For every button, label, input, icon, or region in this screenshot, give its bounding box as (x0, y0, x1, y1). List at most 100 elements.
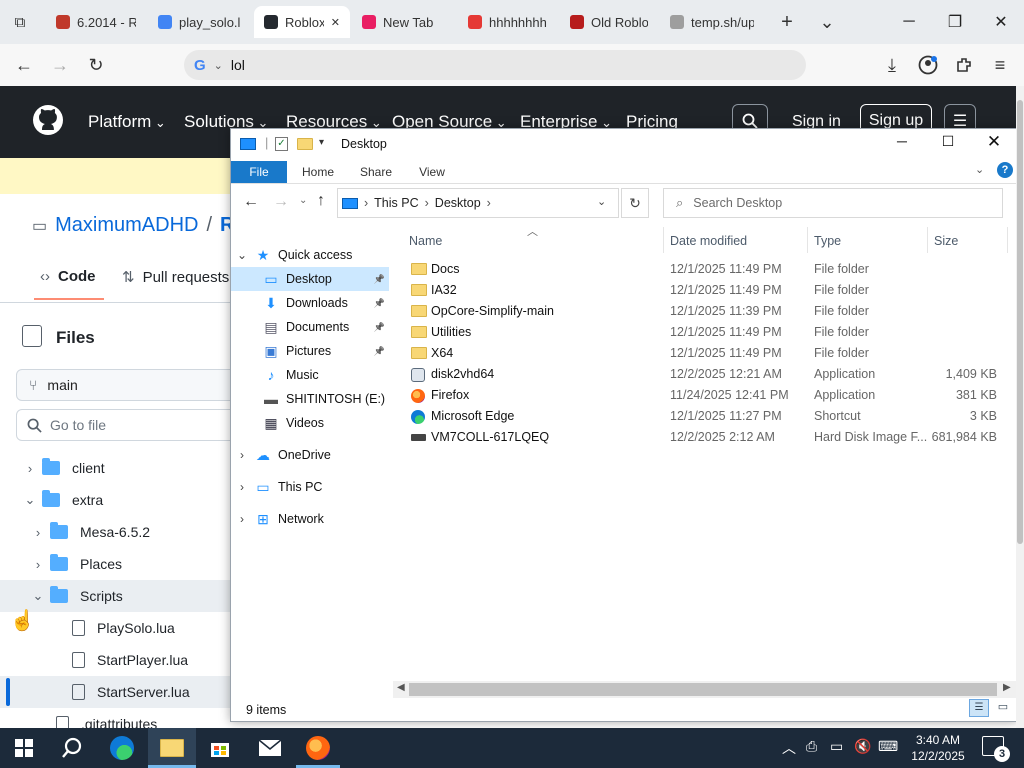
nav-item[interactable]: ▭ Desktop 📌 (231, 267, 389, 291)
column-divider[interactable] (927, 227, 928, 253)
browser-tab[interactable]: New Tab (352, 6, 456, 38)
nav-item[interactable]: ⬇ Downloads 📌 (231, 291, 389, 315)
ribbon-tab-file[interactable]: File (231, 161, 287, 183)
breadcrumb[interactable]: › This PC › Desktop › (337, 188, 619, 218)
meet-now-icon[interactable]: ⎙ (806, 738, 817, 755)
chevron-right-icon[interactable]: › (26, 525, 50, 540)
chevron-right-icon[interactable]: › (26, 557, 50, 572)
github-nav-item[interactable]: Platform ⌄ (88, 112, 166, 132)
chevron-down-icon[interactable]: ⌄ (231, 248, 253, 262)
download-icon[interactable]: ⤓ (874, 44, 910, 86)
nav-item[interactable]: ▬ SHITINTOSH (E:) (231, 387, 389, 411)
goto-file-input[interactable]: Go to file (16, 409, 246, 441)
branch-selector[interactable]: ⑂ main (16, 369, 246, 401)
file-row[interactable]: VM7COLL-617LQEQ 12/2/2025 2:12 AM Hard Dis… (405, 427, 1005, 448)
taskbar-search-button[interactable] (48, 728, 96, 768)
system-clock[interactable]: 3:40 AM 12/2/2025 (906, 732, 970, 764)
large-icons-view-icon[interactable]: ▭ (993, 699, 1013, 717)
profile-icon[interactable] (910, 44, 946, 86)
explorer-forward-icon[interactable]: → (273, 193, 289, 211)
sidebar-collapse-icon[interactable] (22, 325, 42, 347)
nav-item[interactable]: ▣ Pictures 📌 (231, 339, 389, 363)
menu-icon[interactable]: ≡ (982, 44, 1018, 86)
start-button[interactable] (0, 728, 48, 768)
network-status-icon[interactable]: ▭ (830, 738, 843, 755)
help-icon[interactable]: ? (997, 162, 1013, 178)
nav-item[interactable]: › ⊞ Network (231, 507, 389, 531)
chevron-right-icon[interactable]: › (231, 448, 253, 462)
maximize-button[interactable]: ❐ (932, 0, 978, 44)
reload-icon[interactable]: ↻ (78, 44, 114, 86)
file-row[interactable]: Firefox 11/24/2025 12:41 PM Application 381… (405, 385, 1005, 406)
explorer-close-button[interactable]: ✕ (979, 132, 1009, 154)
github-logo-icon[interactable] (32, 104, 64, 139)
address-dropdown-icon[interactable]: ⌄ (597, 195, 606, 208)
file-row[interactable]: Microsoft Edge 12/1/2025 11:27 PM Shortcut… (405, 406, 1005, 427)
taskbar-mail-button[interactable] (246, 728, 294, 768)
breadcrumb-desktop[interactable]: Desktop (435, 196, 481, 210)
file-row[interactable]: IA32 12/1/2025 11:49 PM File folder (405, 280, 1005, 301)
tab-pull-requests[interactable]: ⇅ Pull requests (122, 268, 229, 287)
tab-actions-icon[interactable]: ⧉ (8, 10, 32, 34)
back-icon[interactable]: ← (6, 44, 42, 86)
column-header-date[interactable]: Date modified (670, 234, 747, 248)
scrollbar-thumb[interactable] (409, 683, 997, 696)
file-tree-item[interactable]: StartPlayer.lua (0, 644, 232, 676)
browser-tab[interactable]: 6.2014 - Ro (46, 6, 146, 38)
column-header-type[interactable]: Type (814, 234, 841, 248)
chevron-down-icon[interactable]: ⌄ (214, 59, 223, 72)
browser-tab[interactable]: Old Roblox (560, 6, 658, 38)
file-row[interactable]: X64 12/1/2025 11:49 PM File folder (405, 343, 1005, 364)
column-header-name[interactable]: Name (409, 234, 442, 248)
file-row[interactable]: Utilities 12/1/2025 11:49 PM File folder (405, 322, 1005, 343)
chevron-right-icon[interactable]: › (231, 512, 253, 526)
taskbar-store-button[interactable] (196, 728, 244, 768)
ribbon-tab-view[interactable]: View (407, 161, 457, 183)
scroll-right-icon[interactable]: ▶ (1003, 682, 1011, 693)
column-divider[interactable] (807, 227, 808, 253)
breadcrumb-this-pc[interactable]: This PC (374, 196, 418, 210)
tab-list-button[interactable]: ⌄ (812, 6, 842, 38)
file-tree-item[interactable]: ⌄ extra (0, 484, 232, 516)
column-header-size[interactable]: Size (934, 234, 958, 248)
nav-item[interactable]: ⌄ ★ Quick access (231, 243, 389, 267)
close-button[interactable]: ✕ (978, 0, 1024, 44)
chevron-right-icon[interactable]: › (231, 480, 253, 494)
browser-tab[interactable]: temp.sh/uploa (660, 6, 764, 38)
explorer-back-icon[interactable]: ← (243, 193, 259, 211)
volume-muted-icon[interactable]: 🔇 (854, 738, 871, 755)
extensions-icon[interactable] (946, 44, 982, 86)
new-tab-button[interactable]: + (772, 6, 802, 38)
file-row[interactable]: OpCore-Simplify-main 12/1/2025 11:39 PM Fi… (405, 301, 1005, 322)
browser-tab[interactable]: hhhhhhhh (458, 6, 558, 38)
quick-access-toolbar-dropdown[interactable]: ▾ (319, 137, 324, 148)
explorer-refresh-icon[interactable]: ↻ (621, 188, 649, 218)
nav-item[interactable]: ▦ Videos (231, 411, 389, 435)
file-tree-item[interactable]: › Mesa-6.5.2 (0, 516, 232, 548)
chevron-down-icon[interactable]: ⌄ (26, 588, 50, 604)
tab-code[interactable]: ‹› Code (40, 268, 96, 285)
taskbar-edge-button[interactable] (98, 728, 146, 768)
ribbon-expand-icon[interactable]: ⌄ (975, 163, 984, 176)
explorer-minimize-button[interactable]: ─ (887, 133, 917, 155)
close-tab-icon[interactable]: ✕ (331, 16, 340, 29)
show-hidden-icons[interactable]: ︿ (782, 738, 796, 758)
taskbar-firefox-button[interactable] (294, 728, 342, 768)
address-text[interactable]: lol (231, 57, 245, 73)
explorer-search-input[interactable]: ⌕ Search Desktop (663, 188, 1003, 218)
nav-item[interactable]: › ☁ OneDrive (231, 443, 389, 467)
repo-owner-link[interactable]: MaximumADHD (55, 214, 198, 237)
minimize-button[interactable]: ─ (886, 0, 932, 44)
page-scrollbar-thumb[interactable] (1017, 100, 1023, 544)
up-icon[interactable]: ↑ (317, 192, 325, 210)
file-tree-item[interactable]: › client (0, 452, 232, 484)
taskbar-explorer-button[interactable] (148, 728, 196, 768)
file-row[interactable]: Docs 12/1/2025 11:49 PM File folder (405, 259, 1005, 280)
forward-icon[interactable]: → (42, 44, 78, 86)
browser-tab[interactable]: play_solo.lu (148, 6, 250, 38)
ribbon-tab-share[interactable]: Share (349, 161, 403, 183)
file-row[interactable]: disk2vhd64 12/2/2025 12:21 AM Application 1… (405, 364, 1005, 385)
explorer-maximize-button[interactable]: ☐ (933, 133, 963, 155)
browser-tab[interactable]: Roblox_C ✕ (254, 6, 350, 38)
file-tree-item[interactable]: › Places (0, 548, 232, 580)
